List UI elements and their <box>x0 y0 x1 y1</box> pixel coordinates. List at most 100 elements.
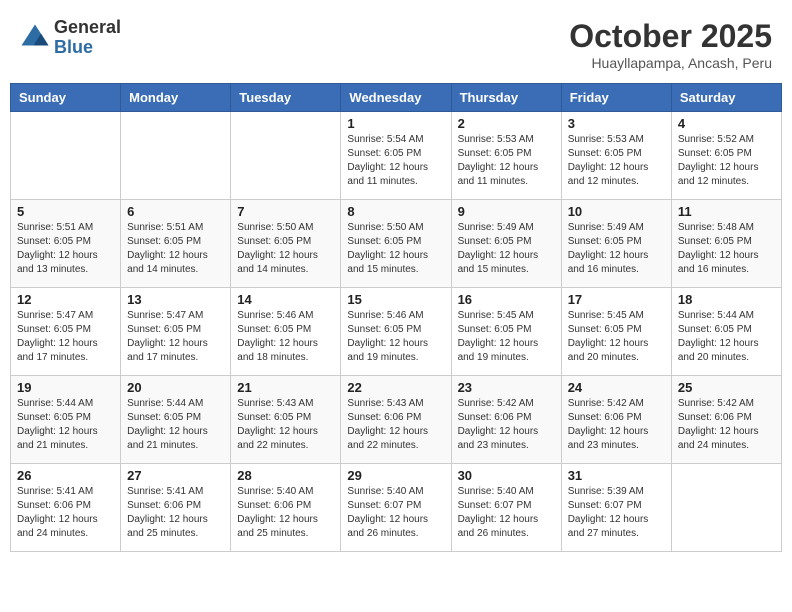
calendar-cell: 30 Sunrise: 5:40 AM Sunset: 6:07 PM Dayli… <box>451 464 561 552</box>
day-number: 14 <box>237 292 334 307</box>
calendar-cell: 5 Sunrise: 5:51 AM Sunset: 6:05 PM Daylig… <box>11 200 121 288</box>
day-number: 1 <box>347 116 444 131</box>
calendar-week-row: 5 Sunrise: 5:51 AM Sunset: 6:05 PM Daylig… <box>11 200 782 288</box>
calendar-cell: 11 Sunrise: 5:48 AM Sunset: 6:05 PM Dayli… <box>671 200 781 288</box>
day-info: Sunrise: 5:49 AM Sunset: 6:05 PM Dayligh… <box>568 221 665 277</box>
day-info: Sunrise: 5:40 AM Sunset: 6:07 PM Dayligh… <box>458 485 555 541</box>
logo: General Blue <box>20 18 121 58</box>
calendar-cell: 8Sunrise: 5:50 AM Sunset: 6:05 PM Daylig… <box>341 200 451 288</box>
day-info: Sunrise: 5:41 AM Sunset: 6:06 PM Dayligh… <box>127 485 224 541</box>
day-info: Sunrise: 5:42 AM Sunset: 6:06 PM Dayligh… <box>678 397 775 453</box>
day-number: 30 <box>458 468 555 483</box>
calendar-cell: 16 Sunrise: 5:45 AM Sunset: 6:05 PM Dayli… <box>451 288 561 376</box>
day-info: Sunrise: 5:47 AM Sunset: 6:05 PM Dayligh… <box>127 309 224 365</box>
day-number: 25 <box>678 380 775 395</box>
day-number: 12 <box>17 292 114 307</box>
weekday-header: Sunday <box>11 84 121 112</box>
day-number: 6 <box>127 204 224 219</box>
calendar-cell: 3 Sunrise: 5:53 AM Sunset: 6:05 PM Daylig… <box>561 112 671 200</box>
calendar-cell: 10Sunrise: 5:49 AM Sunset: 6:05 PM Dayli… <box>561 200 671 288</box>
calendar-cell: 12 Sunrise: 5:47 AM Sunset: 6:05 PM Dayli… <box>11 288 121 376</box>
day-info: Sunrise: 5:41 AM Sunset: 6:06 PM Dayligh… <box>17 485 114 541</box>
day-info: Sunrise: 5:54 AM Sunset: 6:05 PM Dayligh… <box>347 133 444 189</box>
calendar-cell <box>231 112 341 200</box>
calendar-cell: 28 Sunrise: 5:40 AM Sunset: 6:06 PM Dayli… <box>231 464 341 552</box>
day-info: Sunrise: 5:45 AM Sunset: 6:05 PM Dayligh… <box>458 309 555 365</box>
calendar-cell: 24Sunrise: 5:42 AM Sunset: 6:06 PM Dayli… <box>561 376 671 464</box>
calendar-cell: 29Sunrise: 5:40 AM Sunset: 6:07 PM Dayli… <box>341 464 451 552</box>
day-info: Sunrise: 5:39 AM Sunset: 6:07 PM Dayligh… <box>568 485 665 541</box>
logo-icon <box>20 23 50 53</box>
location: Huayllapampa, Ancash, Peru <box>569 55 772 71</box>
calendar-cell: 2 Sunrise: 5:53 AM Sunset: 6:05 PM Daylig… <box>451 112 561 200</box>
calendar-cell: 6 Sunrise: 5:51 AM Sunset: 6:05 PM Daylig… <box>121 200 231 288</box>
calendar-table: SundayMondayTuesdayWednesdayThursdayFrid… <box>10 83 782 552</box>
day-number: 2 <box>458 116 555 131</box>
day-info: Sunrise: 5:51 AM Sunset: 6:05 PM Dayligh… <box>17 221 114 277</box>
day-number: 22 <box>347 380 444 395</box>
weekday-header: Thursday <box>451 84 561 112</box>
calendar-cell <box>121 112 231 200</box>
calendar-cell: 22 Sunrise: 5:43 AM Sunset: 6:06 PM Dayli… <box>341 376 451 464</box>
day-info: Sunrise: 5:42 AM Sunset: 6:06 PM Dayligh… <box>458 397 555 453</box>
calendar-week-row: 12 Sunrise: 5:47 AM Sunset: 6:05 PM Dayli… <box>11 288 782 376</box>
calendar-cell: 15Sunrise: 5:46 AM Sunset: 6:05 PM Dayli… <box>341 288 451 376</box>
day-number: 4 <box>678 116 775 131</box>
weekday-header: Friday <box>561 84 671 112</box>
day-number: 16 <box>458 292 555 307</box>
day-info: Sunrise: 5:42 AM Sunset: 6:06 PM Dayligh… <box>568 397 665 453</box>
weekday-header: Saturday <box>671 84 781 112</box>
day-number: 19 <box>17 380 114 395</box>
day-info: Sunrise: 5:46 AM Sunset: 6:05 PM Dayligh… <box>347 309 444 365</box>
day-number: 20 <box>127 380 224 395</box>
page-header: General Blue October 2025 Huayllapampa, … <box>10 10 782 75</box>
month-title: October 2025 <box>569 18 772 55</box>
day-info: Sunrise: 5:43 AM Sunset: 6:06 PM Dayligh… <box>347 397 444 453</box>
day-number: 18 <box>678 292 775 307</box>
day-info: Sunrise: 5:44 AM Sunset: 6:05 PM Dayligh… <box>17 397 114 453</box>
weekday-header: Wednesday <box>341 84 451 112</box>
day-number: 3 <box>568 116 665 131</box>
day-number: 11 <box>678 204 775 219</box>
logo-general: General <box>54 18 121 38</box>
logo-text: General Blue <box>54 18 121 58</box>
calendar-cell: 25 Sunrise: 5:42 AM Sunset: 6:06 PM Dayli… <box>671 376 781 464</box>
day-number: 27 <box>127 468 224 483</box>
day-info: Sunrise: 5:43 AM Sunset: 6:05 PM Dayligh… <box>237 397 334 453</box>
logo-blue: Blue <box>54 38 121 58</box>
calendar-cell <box>11 112 121 200</box>
day-number: 13 <box>127 292 224 307</box>
calendar-cell: 20 Sunrise: 5:44 AM Sunset: 6:05 PM Dayli… <box>121 376 231 464</box>
day-info: Sunrise: 5:53 AM Sunset: 6:05 PM Dayligh… <box>568 133 665 189</box>
calendar-cell: 23Sunrise: 5:42 AM Sunset: 6:06 PM Dayli… <box>451 376 561 464</box>
day-number: 9 <box>458 204 555 219</box>
day-number: 5 <box>17 204 114 219</box>
day-number: 31 <box>568 468 665 483</box>
day-info: Sunrise: 5:50 AM Sunset: 6:05 PM Dayligh… <box>347 221 444 277</box>
day-info: Sunrise: 5:49 AM Sunset: 6:05 PM Dayligh… <box>458 221 555 277</box>
day-info: Sunrise: 5:46 AM Sunset: 6:05 PM Dayligh… <box>237 309 334 365</box>
day-info: Sunrise: 5:53 AM Sunset: 6:05 PM Dayligh… <box>458 133 555 189</box>
day-number: 26 <box>17 468 114 483</box>
day-info: Sunrise: 5:44 AM Sunset: 6:05 PM Dayligh… <box>127 397 224 453</box>
day-info: Sunrise: 5:48 AM Sunset: 6:05 PM Dayligh… <box>678 221 775 277</box>
day-info: Sunrise: 5:52 AM Sunset: 6:05 PM Dayligh… <box>678 133 775 189</box>
day-info: Sunrise: 5:51 AM Sunset: 6:05 PM Dayligh… <box>127 221 224 277</box>
calendar-cell: 17Sunrise: 5:45 AM Sunset: 6:05 PM Dayli… <box>561 288 671 376</box>
day-info: Sunrise: 5:40 AM Sunset: 6:07 PM Dayligh… <box>347 485 444 541</box>
day-info: Sunrise: 5:47 AM Sunset: 6:05 PM Dayligh… <box>17 309 114 365</box>
day-number: 17 <box>568 292 665 307</box>
calendar-cell: 9 Sunrise: 5:49 AM Sunset: 6:05 PM Daylig… <box>451 200 561 288</box>
calendar-cell: 4 Sunrise: 5:52 AM Sunset: 6:05 PM Daylig… <box>671 112 781 200</box>
day-info: Sunrise: 5:40 AM Sunset: 6:06 PM Dayligh… <box>237 485 334 541</box>
calendar-cell: 7 Sunrise: 5:50 AM Sunset: 6:05 PM Daylig… <box>231 200 341 288</box>
calendar-cell: 26 Sunrise: 5:41 AM Sunset: 6:06 PM Dayli… <box>11 464 121 552</box>
day-number: 28 <box>237 468 334 483</box>
calendar-cell: 19 Sunrise: 5:44 AM Sunset: 6:05 PM Dayli… <box>11 376 121 464</box>
day-number: 21 <box>237 380 334 395</box>
calendar-week-row: 1 Sunrise: 5:54 AM Sunset: 6:05 PM Daylig… <box>11 112 782 200</box>
calendar-cell: 1 Sunrise: 5:54 AM Sunset: 6:05 PM Daylig… <box>341 112 451 200</box>
day-number: 7 <box>237 204 334 219</box>
weekday-header: Tuesday <box>231 84 341 112</box>
day-info: Sunrise: 5:50 AM Sunset: 6:05 PM Dayligh… <box>237 221 334 277</box>
